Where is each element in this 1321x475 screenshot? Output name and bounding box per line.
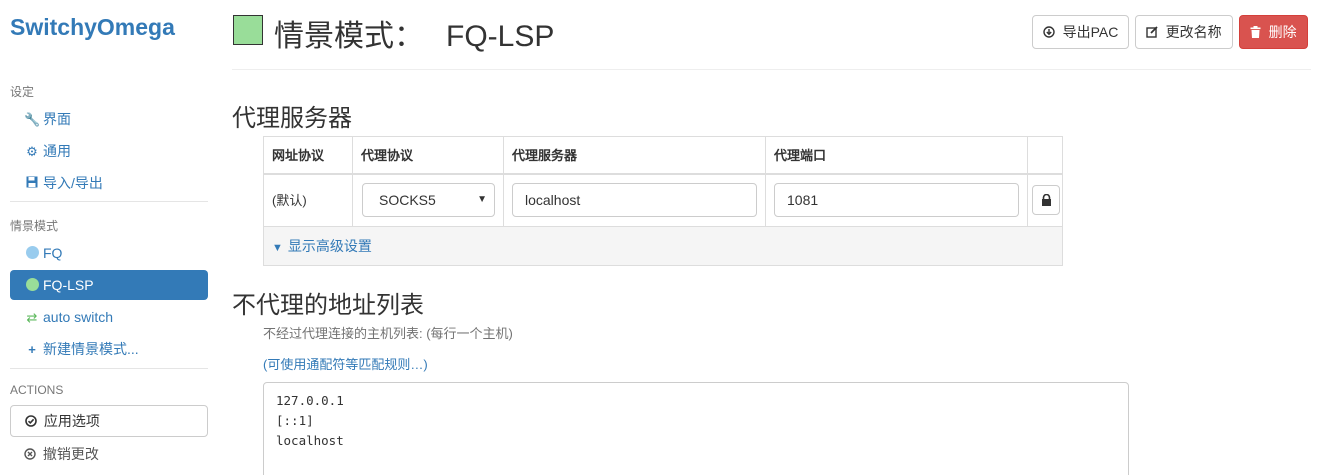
rename-button[interactable]: 更改名称 xyxy=(1135,15,1233,49)
main-content: 情景模式： FQ-LSP 导出PAC 更改名称 删除 代理服务器 网址协议 代理协… xyxy=(232,0,1311,475)
proxy-port-input[interactable]: 1081 xyxy=(774,183,1019,217)
sidebar-item-label: 通用 xyxy=(43,143,71,159)
sidebar-item-import-export[interactable]: 导入/导出 xyxy=(10,168,208,198)
show-advanced-link[interactable]: ▼ 显示高级设置 xyxy=(272,227,372,267)
sidebar-divider xyxy=(10,368,208,369)
column-header: 网址协议 xyxy=(272,148,325,163)
sidebar-item-label: 新建情景模式... xyxy=(43,341,139,357)
sidebar: SwitchyOmega 设定 🔧 界面 ⚙ 通用 导入/导出 情景模式 FQ FQ… xyxy=(0,0,220,475)
sidebar-item-general[interactable]: ⚙ 通用 xyxy=(10,136,208,166)
wrench-icon: 🔧 xyxy=(24,112,41,127)
sidebar-divider xyxy=(10,201,208,202)
auth-button[interactable] xyxy=(1032,185,1060,215)
save-icon xyxy=(24,169,40,199)
profile-name: FQ-LSP xyxy=(446,20,555,53)
scheme-cell: (默认) xyxy=(272,193,307,208)
profile-color-swatch[interactable] xyxy=(233,15,263,45)
proxy-servers-heading: 代理服务器 xyxy=(232,105,352,132)
discard-changes-label: 撤销更改 xyxy=(42,446,99,462)
bypass-list-textarea[interactable]: 127.0.0.1 [::1] localhost xyxy=(263,382,1129,475)
advanced-row: ▼ 显示高级设置 xyxy=(264,227,1062,265)
caret-down-icon: ▼ xyxy=(477,194,487,205)
apply-options-button[interactable]: 应用选项 xyxy=(10,405,208,437)
sidebar-item-label: 导入/导出 xyxy=(43,175,103,191)
brand-logo[interactable]: SwitchyOmega xyxy=(10,14,175,41)
edit-icon xyxy=(1146,25,1162,40)
profiles-header: 情景模式 xyxy=(10,219,59,233)
server-cell: localhost xyxy=(503,175,765,226)
remove-circle-icon xyxy=(24,446,43,462)
sidebar-item-label: auto switch xyxy=(43,309,114,325)
discard-changes-link[interactable]: 撤销更改 xyxy=(10,439,208,469)
table-row: (默认) SOCKS5 ▼ localhost 1081 xyxy=(264,175,1062,227)
wildcard-rules-link[interactable]: (可使用通配符等匹配规则…) xyxy=(263,354,428,373)
protocol-cell: SOCKS5 ▼ xyxy=(352,175,503,226)
export-pac-label: 导出PAC xyxy=(1062,24,1119,40)
table-header-row: 网址协议 代理协议 代理服务器 代理端口 xyxy=(264,137,1062,175)
sidebar-item-auto-switch[interactable]: ⇄ auto switch xyxy=(10,302,208,332)
title-prefix: 情景模式： xyxy=(274,20,424,53)
globe-icon xyxy=(26,278,39,291)
proxy-server-input[interactable]: localhost xyxy=(512,183,757,217)
page-header: 情景模式： FQ-LSP 导出PAC 更改名称 删除 xyxy=(232,0,1311,70)
apply-options-label: 应用选项 xyxy=(43,413,100,429)
port-cell: 1081 xyxy=(765,175,1027,226)
protocol-value: SOCKS5 xyxy=(379,192,436,208)
bypass-list-heading: 不代理的地址列表 xyxy=(232,292,424,319)
actions-header: ACTIONS xyxy=(10,383,64,397)
chevron-down-icon: ▼ xyxy=(272,242,283,254)
show-advanced-label: 显示高级设置 xyxy=(287,238,372,254)
sidebar-item-label: FQ xyxy=(43,245,63,261)
column-header: 代理端口 xyxy=(765,137,1027,173)
column-header: 代理服务器 xyxy=(503,137,765,173)
protocol-select[interactable]: SOCKS5 ▼ xyxy=(362,183,495,217)
delete-button[interactable]: 删除 xyxy=(1239,15,1308,49)
lock-icon xyxy=(1042,194,1051,206)
column-header-empty xyxy=(1027,137,1064,173)
sidebar-item-interface[interactable]: 🔧 界面 xyxy=(10,104,208,134)
rename-label: 更改名称 xyxy=(1165,24,1222,40)
proxy-table: 网址协议 代理协议 代理服务器 代理端口 (默认) SOCKS5 ▼ local… xyxy=(263,136,1063,266)
plus-icon: + xyxy=(28,342,36,357)
check-circle-icon xyxy=(25,413,44,429)
settings-header: 设定 xyxy=(10,85,35,99)
sidebar-item-fq-lsp[interactable]: FQ-LSP xyxy=(10,270,208,300)
globe-icon xyxy=(26,246,39,259)
delete-label: 删除 xyxy=(1268,24,1297,40)
sidebar-item-fq[interactable]: FQ xyxy=(10,238,208,268)
sidebar-item-label: FQ-LSP xyxy=(43,277,94,293)
trash-icon xyxy=(1250,25,1265,40)
sidebar-item-new-profile[interactable]: + 新建情景模式... xyxy=(10,334,208,364)
auth-cell xyxy=(1027,175,1064,226)
download-icon xyxy=(1043,25,1059,40)
page-title: 情景模式： FQ-LSP xyxy=(274,11,554,55)
export-pac-button[interactable]: 导出PAC xyxy=(1032,15,1130,49)
bypass-help-text: 不经过代理连接的主机列表: (每行一个主机) xyxy=(263,326,513,341)
gear-icon: ⚙ xyxy=(26,144,38,159)
retweet-icon: ⇄ xyxy=(26,310,38,325)
sidebar-item-label: 界面 xyxy=(43,111,71,127)
column-header: 代理协议 xyxy=(352,137,503,173)
